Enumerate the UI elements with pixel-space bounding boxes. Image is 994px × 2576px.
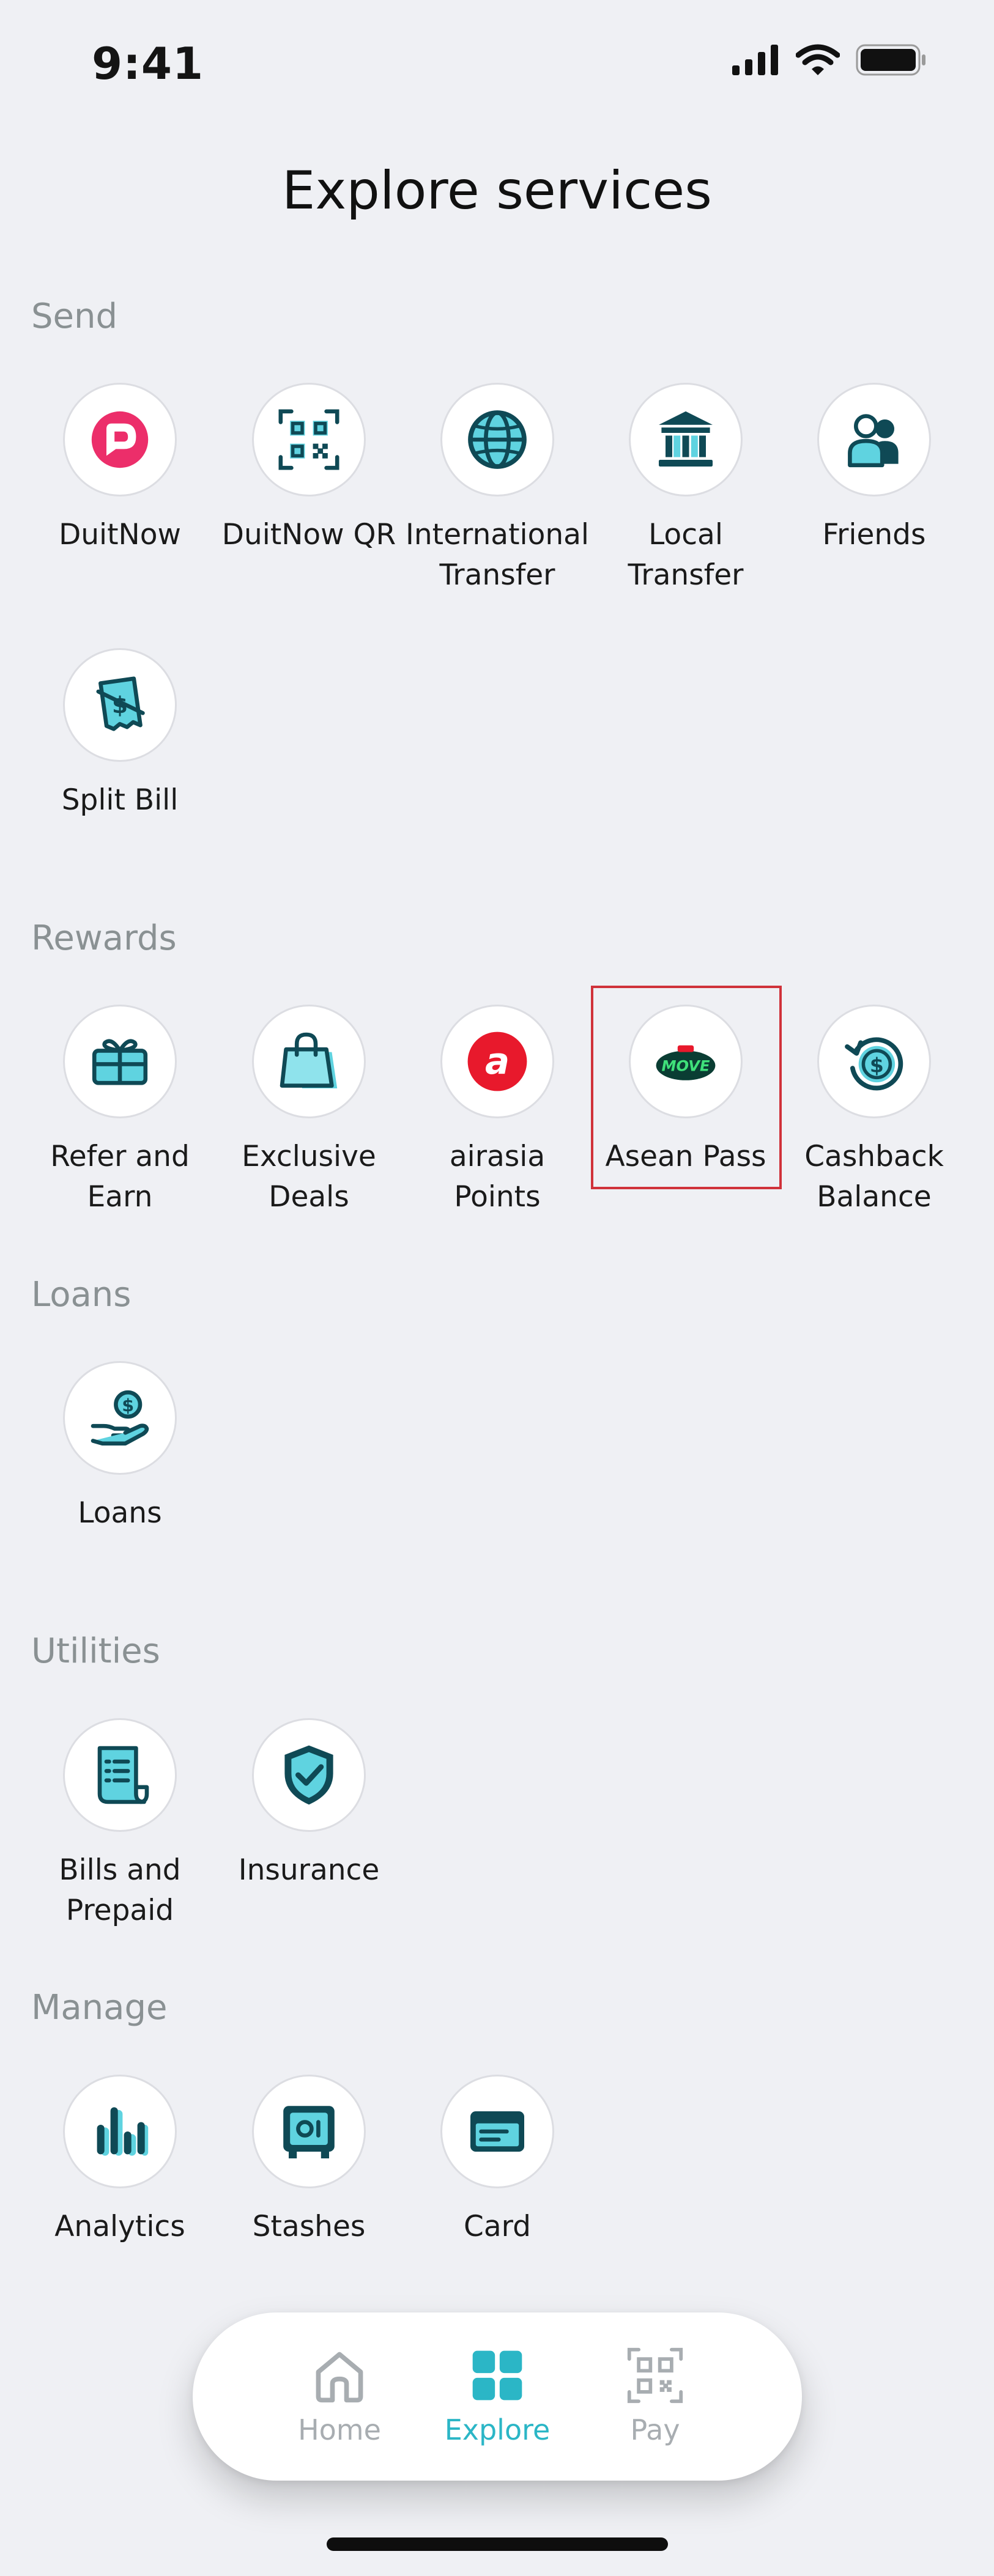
service-duitnow-qr[interactable]: DuitNow QR — [220, 383, 398, 555]
service-cashback-balance[interactable]: $ Cashback Balance — [785, 1005, 963, 1217]
nav-item-home[interactable]: Home — [278, 2312, 401, 2481]
service-bills-and-prepaid[interactable]: Bills and Prepaid — [31, 1718, 209, 1931]
section-title-utilities: Utilities — [31, 1631, 160, 1671]
service-label: Card — [464, 2210, 531, 2243]
safe-icon — [283, 2106, 335, 2158]
qr-code-icon — [278, 409, 339, 470]
service-label: Analytics — [54, 2210, 185, 2243]
service-label: DuitNow — [59, 518, 181, 552]
svg-text:$: $ — [112, 692, 128, 718]
service-loans[interactable]: $ Loans — [31, 1361, 209, 1533]
cashback-icon: $ — [845, 1037, 903, 1091]
receipt-icon — [97, 1746, 149, 1804]
service-friends[interactable]: Friends — [785, 383, 963, 555]
home-icon — [316, 2352, 363, 2403]
svg-text:a: a — [485, 1041, 510, 1083]
service-label: Loans — [78, 1496, 162, 1530]
airasia-icon: a — [467, 1032, 527, 1091]
nav-item-explore[interactable]: Explore — [436, 2312, 558, 2481]
service-label: International Transfer — [406, 518, 589, 592]
hand-coin-icon: $ — [91, 1390, 149, 1446]
service-analytics[interactable]: Analytics — [31, 2075, 209, 2247]
service-airasia-points[interactable]: a airasia Points — [409, 1005, 586, 1217]
globe-icon — [468, 410, 527, 469]
service-card[interactable]: Card — [409, 2075, 586, 2247]
service-label: Insurance — [238, 1853, 380, 1887]
status-icons — [732, 44, 927, 76]
service-exclusive-deals[interactable]: Exclusive Deals — [220, 1005, 398, 1217]
nav-label-pay: Pay — [630, 2413, 680, 2446]
svg-text:$: $ — [870, 1054, 884, 1077]
split-bill-icon: $ — [96, 676, 145, 731]
nav-label-explore: Explore — [444, 2413, 551, 2446]
card-icon — [470, 2111, 524, 2152]
svg-text:$: $ — [122, 1395, 134, 1415]
service-label: Refer and Earn — [50, 1140, 190, 1214]
friends-icon — [848, 414, 899, 468]
status-time: 9:41 — [92, 38, 204, 89]
grid-icon — [472, 2350, 522, 2401]
nav-label-home: Home — [298, 2413, 381, 2446]
service-label: airasia Points — [449, 1140, 546, 1214]
service-label: Friends — [822, 518, 926, 552]
scan-qr-icon — [627, 2347, 683, 2404]
cellular-signal-icon — [732, 45, 778, 75]
service-duitnow[interactable]: DuitNow — [31, 383, 209, 555]
bank-icon — [659, 411, 713, 467]
service-insurance[interactable]: Insurance — [220, 1718, 398, 1891]
service-label: Stashes — [252, 2210, 366, 2243]
duitnow-icon — [91, 411, 149, 468]
service-label: Local Transfer — [628, 518, 744, 592]
service-stashes[interactable]: Stashes — [220, 2075, 398, 2247]
service-label: Bills and Prepaid — [59, 1853, 181, 1927]
service-label: Exclusive Deals — [242, 1140, 376, 1214]
section-title-manage: Manage — [31, 1988, 168, 2028]
status-bar: 9:41 — [0, 0, 994, 131]
service-international-transfer[interactable]: International Transfer — [406, 383, 589, 596]
section-title-loans: Loans — [31, 1275, 132, 1315]
home-indicator[interactable] — [327, 2537, 668, 2551]
nav-item-pay[interactable]: Pay — [594, 2312, 716, 2481]
bar-chart-icon — [97, 2107, 149, 2156]
service-refer-and-earn[interactable]: Refer and Earn — [31, 1005, 209, 1217]
shield-check-icon — [284, 1745, 333, 1805]
service-label: DuitNow QR — [221, 518, 396, 552]
service-split-bill[interactable]: $ Split Bill — [31, 648, 209, 821]
wifi-icon — [796, 44, 840, 75]
highlight-box — [591, 986, 782, 1189]
shopping-bag-icon — [280, 1032, 338, 1088]
service-local-transfer[interactable]: Local Transfer — [597, 383, 774, 596]
service-label: Split Bill — [61, 783, 179, 817]
bottom-nav: Home Explore Pay — [193, 2312, 802, 2481]
page-title: Explore services — [282, 160, 712, 221]
section-title-rewards: Rewards — [31, 918, 177, 958]
service-label: Cashback Balance — [804, 1140, 944, 1214]
gift-card-icon — [92, 1039, 148, 1085]
section-title-send: Send — [31, 297, 118, 336]
battery-icon — [856, 44, 925, 76]
